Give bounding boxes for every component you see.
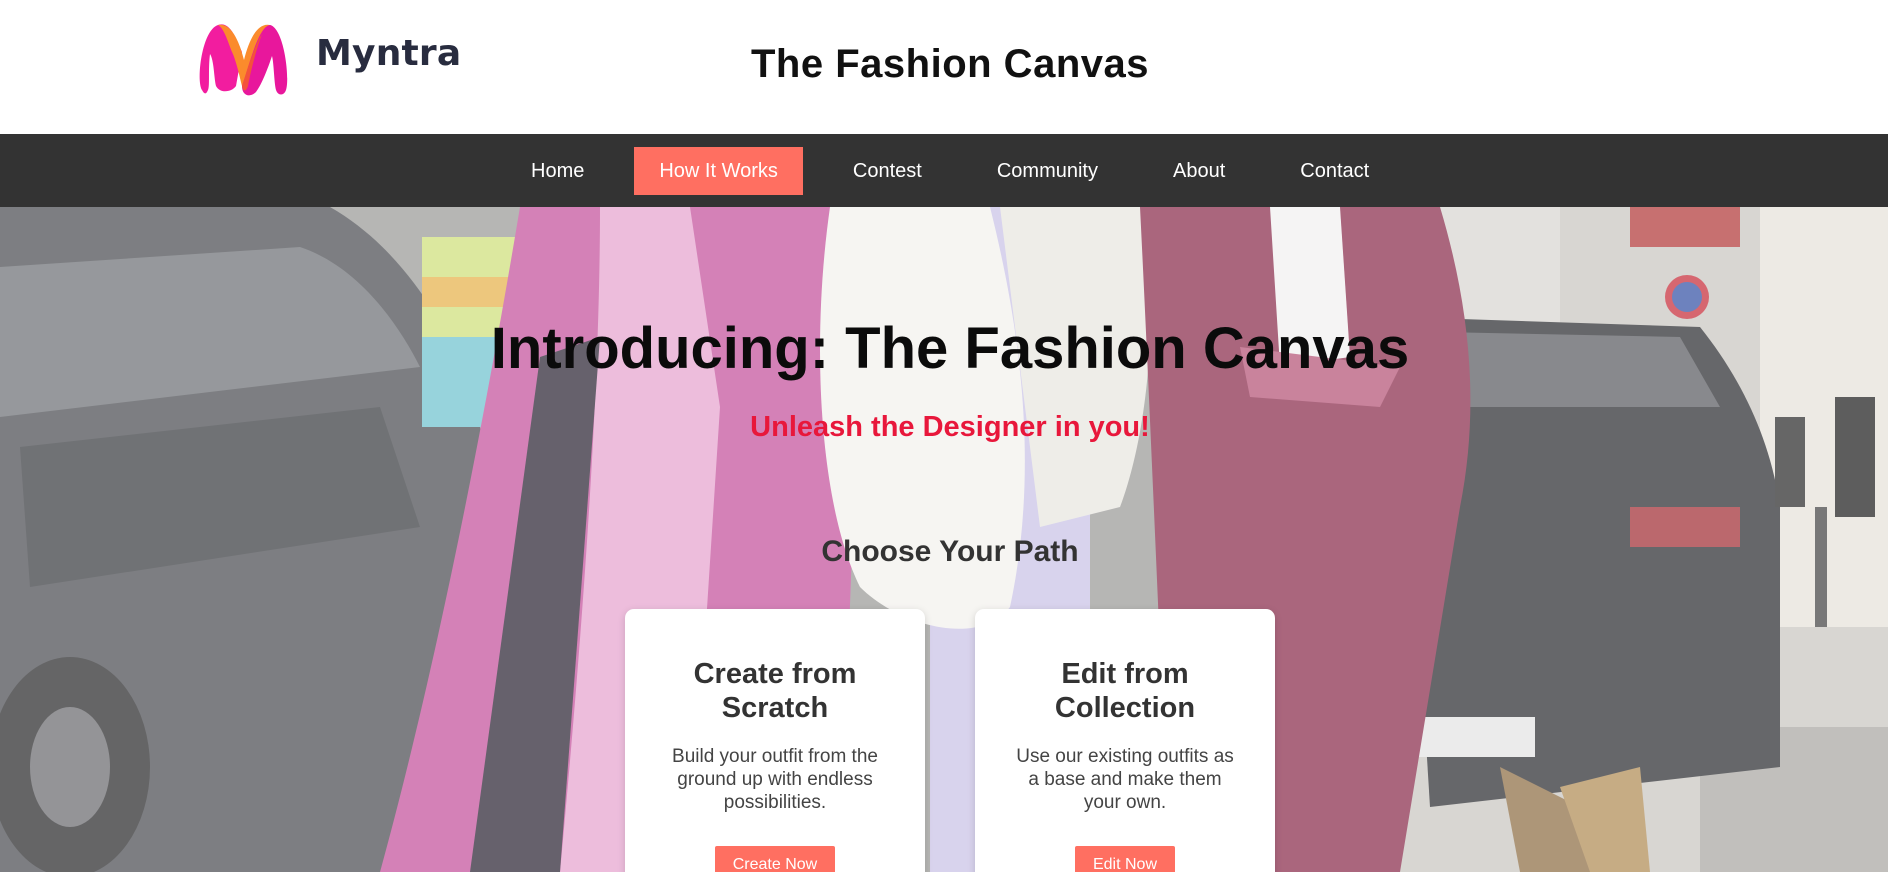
nav-item-community[interactable]: Community: [972, 147, 1123, 195]
hero-title: Introducing: The Fashion Canvas: [490, 316, 1410, 381]
card-description: Use our existing outfits as a base and m…: [1016, 746, 1234, 813]
nav-list: Home How It Works Contest Community Abou…: [506, 147, 1419, 195]
nav-item-how-it-works[interactable]: How It Works: [634, 147, 803, 195]
card-title: Create from Scratch: [693, 658, 857, 724]
card-description: Build your outfit from the ground up wit…: [672, 746, 878, 813]
edit-now-button[interactable]: Edit Now: [1074, 846, 1176, 872]
main-nav: Home How It Works Contest Community Abou…: [0, 134, 1888, 207]
nav-item-about[interactable]: About: [1148, 147, 1250, 195]
create-now-button[interactable]: Create Now: [714, 846, 836, 872]
nav-item-contest[interactable]: Contest: [828, 147, 947, 195]
site-header: Myntra The Fashion Canvas: [0, 0, 1888, 134]
edit-from-collection-card: Edit from Collection Use our existing ou…: [975, 609, 1275, 872]
hero-subtitle: Unleash the Designer in you!: [750, 411, 1150, 443]
site-title: The Fashion Canvas: [751, 42, 1149, 86]
nav-item-home[interactable]: Home: [506, 147, 609, 195]
nav-item-contact[interactable]: Contact: [1275, 147, 1394, 195]
card-title: Edit from Collection: [1054, 658, 1196, 724]
hero-section: Introducing: The Fashion Canvas Unleash …: [0, 207, 1888, 872]
choose-path-heading: Choose Your Path: [821, 535, 1079, 568]
create-from-scratch-card: Create from Scratch Build your outfit fr…: [625, 609, 925, 872]
